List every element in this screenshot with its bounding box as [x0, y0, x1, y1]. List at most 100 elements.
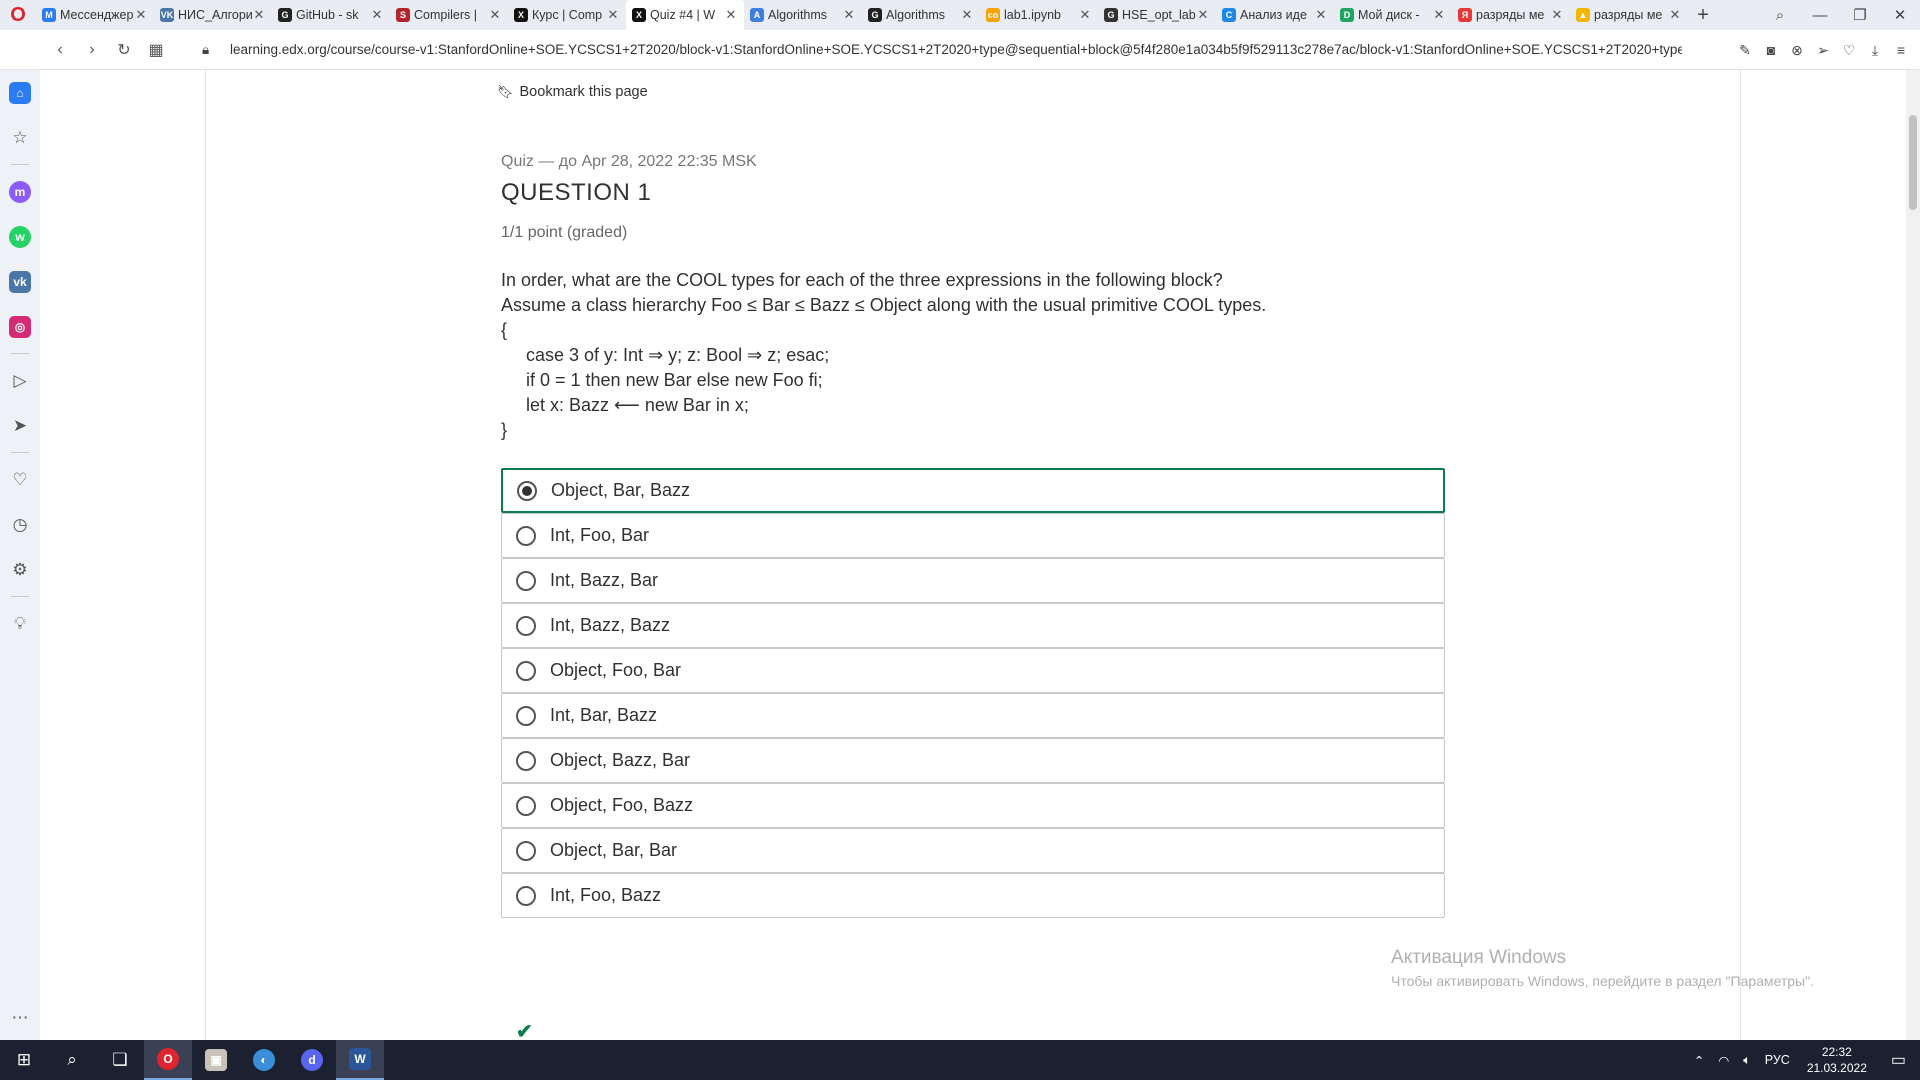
radio-icon[interactable] — [516, 660, 536, 681]
reload-icon[interactable]: ↻ — [108, 40, 140, 60]
tab-close-icon[interactable]: ✕ — [1432, 7, 1446, 23]
edit-icon[interactable]: ✎ — [1732, 42, 1758, 59]
forward-icon[interactable]: › — [76, 41, 108, 59]
answer-option[interactable]: Object, Bazz, Bar — [501, 738, 1445, 783]
tab-label: разряды ме — [1476, 8, 1545, 22]
browser-tab[interactable]: VK НИС_Алгоритмы✕ — [154, 0, 272, 30]
more-icon[interactable]: ⋯ — [0, 995, 40, 1040]
search-tabs-icon[interactable]: ⌕ — [1760, 7, 1800, 24]
settings-gear-icon[interactable]: ⚙ — [0, 547, 40, 592]
tray-expand-icon[interactable]: ⌃ — [1687, 1053, 1711, 1068]
tab-close-icon[interactable]: ✕ — [724, 7, 738, 23]
messenger-icon[interactable]: m — [0, 169, 40, 214]
send-icon[interactable]: ➢ — [1810, 42, 1836, 59]
vk-icon[interactable]: vk — [0, 259, 40, 304]
download-icon[interactable]: ⤓ — [1862, 42, 1888, 59]
camera-icon[interactable]: ◙ — [1758, 42, 1784, 58]
answer-option[interactable]: Int, Foo, Bazz — [501, 873, 1445, 918]
tab-close-icon[interactable]: ✕ — [960, 7, 974, 23]
player-icon[interactable]: ▷ — [0, 358, 40, 403]
answer-option[interactable]: Int, Foo, Bar — [501, 513, 1445, 558]
tab-close-icon[interactable]: ✕ — [1078, 7, 1092, 23]
radio-icon[interactable] — [516, 750, 536, 771]
heart-icon[interactable]: ♡ — [1836, 42, 1862, 59]
browser-tab[interactable]: A Algorithms ✕ — [744, 0, 862, 30]
new-tab-button[interactable]: + — [1688, 0, 1718, 30]
browser-tab[interactable]: G GitHub - sk ✕ — [272, 0, 390, 30]
restore-icon[interactable]: ❐ — [1840, 6, 1880, 24]
answer-option-label: Object, Foo, Bar — [550, 660, 682, 680]
radio-icon[interactable] — [516, 615, 536, 636]
tab-close-icon[interactable]: ✕ — [1550, 7, 1564, 23]
radio-icon[interactable] — [516, 525, 536, 546]
browser-tab[interactable]: co lab1.ipynb ✕ — [980, 0, 1098, 30]
taskbar-app-icon[interactable]: ▣ — [192, 1040, 240, 1080]
start-windows-icon[interactable]: ⊞ — [0, 1040, 48, 1080]
search-icon[interactable]: ⌕ — [48, 1040, 96, 1080]
browser-tab[interactable]: S Compilers | ✕ — [390, 0, 508, 30]
clock[interactable]: 22:32 21.03.2022 — [1797, 1044, 1877, 1076]
instagram-icon[interactable]: ◎ — [0, 304, 40, 349]
speed-dial-icon[interactable]: ▦ — [140, 40, 172, 60]
radio-icon[interactable] — [516, 570, 536, 591]
browser-tab[interactable]: Яразряды ме ✕ — [1452, 0, 1570, 30]
answer-option[interactable]: Object, Foo, Bar — [501, 648, 1445, 693]
radio-icon[interactable] — [516, 885, 536, 906]
radio-icon[interactable] — [516, 795, 536, 816]
tab-close-icon[interactable]: ✕ — [842, 7, 856, 23]
taskbar-opera-icon[interactable]: O — [144, 1040, 192, 1080]
notifications-icon[interactable]: ▭ — [1877, 1050, 1920, 1070]
back-icon[interactable]: ‹ — [44, 41, 76, 59]
url-field[interactable]: 🔒︎ learning.edx.org/course/course-v1:Stan… — [202, 42, 1682, 58]
clock-date: 21.03.2022 — [1806, 1061, 1867, 1075]
browser-tab[interactable]: C Анализ иде ✕ — [1216, 0, 1334, 30]
browser-tab[interactable]: M Мессенджер ✕ — [36, 0, 154, 30]
volume-icon[interactable]: 🔈︎ — [1736, 1053, 1758, 1068]
tab-close-icon[interactable]: ✕ — [1196, 7, 1210, 23]
answer-option[interactable]: Int, Bar, Bazz — [501, 693, 1445, 738]
history-icon[interactable]: ◷ — [0, 502, 40, 547]
browser-tab[interactable]: G HSE_opt_lab ✕ — [1098, 0, 1216, 30]
opera-menu-icon[interactable]: O — [0, 0, 36, 30]
tips-lightbulb-icon[interactable]: 💡︎ — [0, 601, 40, 646]
discord-icon[interactable]: d — [288, 1040, 336, 1080]
answer-option[interactable]: Object, Foo, Bazz — [501, 783, 1445, 828]
answer-option[interactable]: Int, Bazz, Bazz — [501, 603, 1445, 648]
radio-selected-icon[interactable] — [517, 480, 537, 501]
task-view-icon[interactable]: ❏ — [96, 1040, 144, 1080]
bookmark-button[interactable]: 🔖︎ Bookmark this page — [497, 84, 648, 100]
taskbar-app-icon[interactable]: ◐ — [240, 1040, 288, 1080]
menu-icon[interactable]: ≡ — [1888, 42, 1914, 58]
browser-tab[interactable]: ▲ разряды ме ✕ — [1570, 0, 1688, 30]
tab-favicon-icon: A — [750, 8, 764, 22]
tab-close-icon[interactable]: ✕ — [606, 7, 620, 23]
radio-icon[interactable] — [516, 840, 536, 861]
language-indicator[interactable]: РУС — [1758, 1053, 1797, 1067]
tab-close-icon[interactable]: ✕ — [370, 7, 384, 23]
network-icon[interactable]: ◠ — [1711, 1053, 1736, 1068]
minimize-icon[interactable]: — — [1800, 7, 1840, 24]
speed-dial-star-icon[interactable]: ☆ — [0, 115, 40, 160]
tab-close-icon[interactable]: ✕ — [1314, 7, 1328, 23]
whatsapp-icon[interactable]: w — [0, 214, 40, 259]
adblock-icon[interactable]: ⊗ — [1784, 42, 1810, 59]
answer-option[interactable]: Object, Bar, Bazz — [501, 468, 1445, 513]
browser-tab[interactable]: D Мой диск - ✕ — [1334, 0, 1452, 30]
home-icon[interactable]: ⌂ — [0, 70, 40, 115]
close-window-icon[interactable]: ✕ — [1880, 6, 1920, 24]
word-icon[interactable]: W — [336, 1040, 384, 1080]
browser-tab[interactable]: X Quiz #4 | W ✕ — [626, 0, 744, 30]
radio-icon[interactable] — [516, 705, 536, 726]
scrollbar-thumb[interactable] — [1909, 115, 1917, 210]
bookmarks-heart-icon[interactable]: ♡ — [0, 457, 40, 502]
page-scrollbar[interactable] — [1906, 70, 1920, 1040]
tab-close-icon[interactable]: ✕ — [252, 7, 266, 23]
answer-option[interactable]: Int, Bazz, Bar — [501, 558, 1445, 603]
flow-icon[interactable]: ➤ — [0, 403, 40, 448]
answer-option[interactable]: Object, Bar, Bar — [501, 828, 1445, 873]
browser-tab[interactable]: X Курс | Comp ✕ — [508, 0, 626, 30]
tab-close-icon[interactable]: ✕ — [488, 7, 502, 23]
browser-tab[interactable]: G Algorithms ✕ — [862, 0, 980, 30]
tab-close-icon[interactable]: ✕ — [1668, 7, 1682, 23]
tab-close-icon[interactable]: ✕ — [134, 7, 148, 23]
